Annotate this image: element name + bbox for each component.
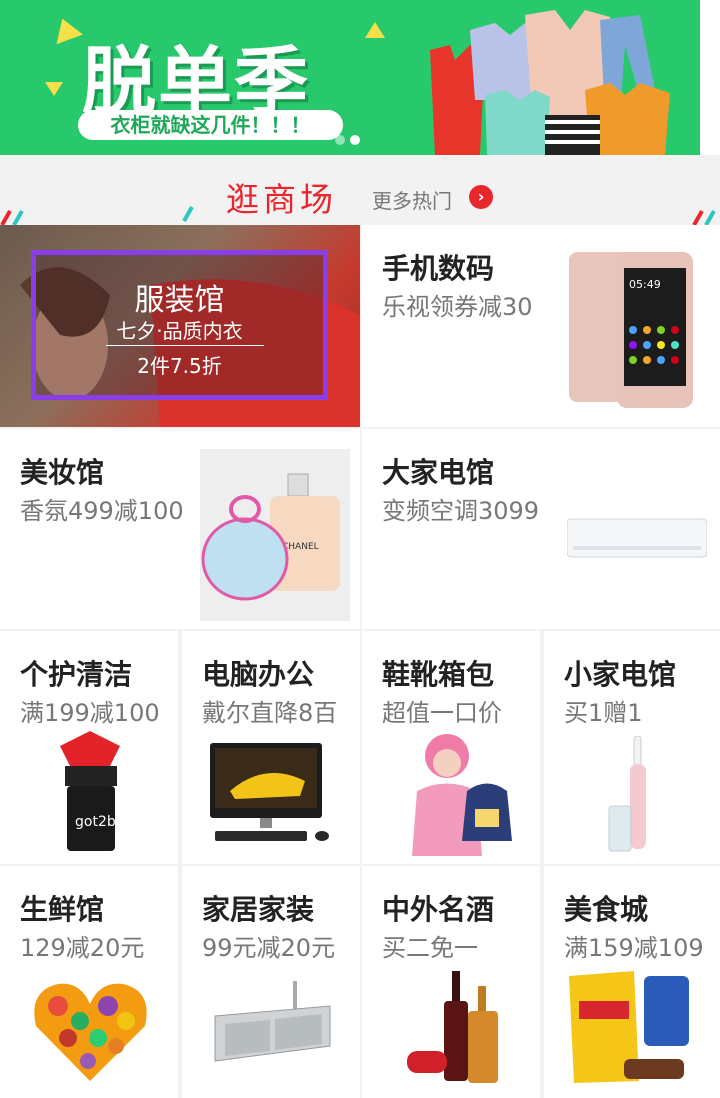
tile-title: 鞋靴箱包 <box>382 658 495 691</box>
phone-image: 05:49 <box>569 252 693 408</box>
hero-subtitle: 七夕·品质内衣 <box>116 319 243 343</box>
banner-tagline: 衣柜就缺这几件！！！ <box>78 110 343 140</box>
snacks-image <box>569 971 689 1083</box>
bag-model-image <box>412 734 512 856</box>
tile-beauty[interactable]: 美妆馆 香氛499减100 CHANEL <box>0 429 360 629</box>
hero-title: 服装馆 <box>134 283 225 318</box>
banner-right-edge <box>700 0 720 155</box>
tile-title: 生鲜馆 <box>20 893 105 926</box>
tile-subtitle: 99元减20元 <box>202 934 336 962</box>
clothing-image <box>430 10 670 155</box>
tile-subtitle: 满199减100 <box>20 699 160 727</box>
air-conditioner-image <box>567 518 707 558</box>
svg-text:got2b: got2b <box>75 814 116 830</box>
tile-appliances[interactable]: 大家电馆 变频空调3099 <box>362 429 720 629</box>
section-title: 逛商场 <box>226 180 337 219</box>
tile-computers[interactable]: 电脑办公 戴尔直降8百 <box>182 631 360 864</box>
tile-phones[interactable]: 手机数码 乐视领券减30 05:49 <box>362 225 720 427</box>
tile-subtitle: 香氛499减100 <box>20 497 184 525</box>
more-link[interactable]: 更多热门 <box>372 185 452 214</box>
decor-triangle <box>49 13 83 45</box>
tile-fresh-food[interactable]: 生鲜馆 129减20元 <box>0 866 178 1098</box>
tile-title: 小家电馆 <box>564 658 677 691</box>
hair-gel-image: got2b <box>60 731 120 851</box>
tile-subtitle: 乐视领券减30 <box>382 293 533 321</box>
carousel-dot-active[interactable] <box>350 135 360 145</box>
wine-bottles-image <box>407 971 498 1083</box>
hero-divider <box>106 345 264 346</box>
tile-subtitle: 戴尔直降8百 <box>202 699 338 727</box>
tile-home[interactable]: 家居家装 99元减20元 <box>182 866 360 1098</box>
tile-title: 大家电馆 <box>382 456 495 489</box>
tile-subtitle: 129减20元 <box>20 934 145 962</box>
tile-shoes-bags[interactable]: 鞋靴箱包 超值一口价 <box>362 631 540 864</box>
tile-small-appliances[interactable]: 小家电馆 买1赠1 <box>544 631 720 864</box>
hero-frame: 服装馆 七夕·品质内衣 2件7.5折 <box>31 250 328 400</box>
svg-text:05:49: 05:49 <box>629 278 661 291</box>
desktop-computer-image <box>210 743 329 841</box>
hero-promo: 2件7.5折 <box>137 354 222 378</box>
tile-subtitle: 满159减109 <box>564 934 704 962</box>
section-header: 逛商场 更多热门 › <box>0 155 720 226</box>
tile-title: 手机数码 <box>382 252 495 285</box>
tile-subtitle: 变频空调3099 <box>382 497 540 525</box>
promo-banner[interactable]: 脱单季 衣柜就缺这几件！！！ <box>0 0 700 155</box>
tile-personal-care[interactable]: 个护清洁 满199减100 got2b <box>0 631 178 864</box>
tile-title: 个护清洁 <box>20 658 133 691</box>
tile-title: 美食城 <box>564 893 649 926</box>
decor-triangle <box>45 82 63 96</box>
tile-subtitle: 超值一口价 <box>382 699 502 727</box>
tile-food[interactable]: 美食城 满159减109 <box>544 866 720 1098</box>
perfume-image: CHANEL <box>200 449 350 621</box>
tile-liquor[interactable]: 中外名酒 买二免一 <box>362 866 540 1098</box>
fruit-heart-image <box>34 983 147 1081</box>
tile-subtitle: 买二免一 <box>382 934 478 962</box>
sink-image <box>214 981 331 1062</box>
tile-subtitle: 买1赠1 <box>564 699 643 727</box>
tile-clothing[interactable]: 服装馆 七夕·品质内衣 2件7.5折 <box>0 225 360 427</box>
decor-stripes-center <box>182 206 194 222</box>
chevron-right-icon[interactable]: › <box>469 185 493 209</box>
carousel-dot[interactable] <box>335 135 345 145</box>
decor-stripes-right <box>692 210 716 226</box>
tile-title: 电脑办公 <box>202 658 315 691</box>
tile-title: 美妆馆 <box>20 456 105 489</box>
decor-stripes-left <box>0 210 24 226</box>
tile-title: 中外名酒 <box>382 893 495 926</box>
toothbrush-image <box>608 736 646 852</box>
decor-triangle <box>365 22 385 38</box>
tile-title: 家居家装 <box>202 893 315 926</box>
